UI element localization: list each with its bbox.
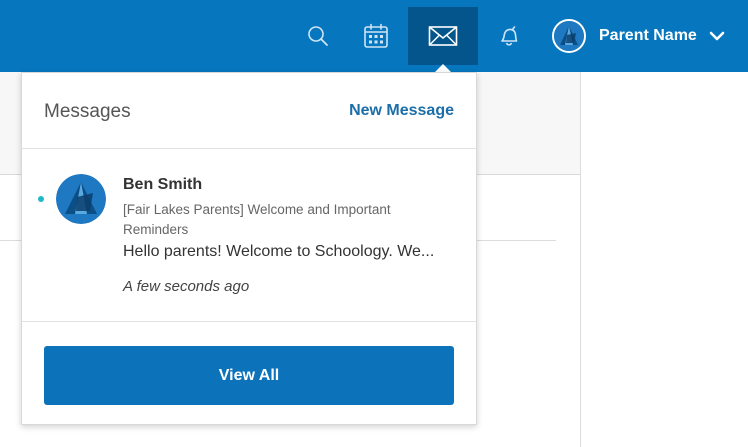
calendar-button[interactable]	[356, 7, 396, 65]
notifications-button[interactable]	[490, 7, 528, 65]
unread-indicator	[38, 196, 44, 202]
user-avatar	[552, 19, 586, 53]
school-logo-avatar	[56, 174, 106, 224]
dropdown-caret	[435, 64, 451, 72]
message-preview: Hello parents! Welcome to Schoology. We.…	[123, 243, 435, 260]
mail-icon	[428, 26, 458, 46]
user-menu[interactable]: Parent Name	[552, 16, 725, 56]
sender-avatar	[56, 174, 106, 224]
message-timestamp: A few seconds ago	[123, 278, 250, 295]
user-name: Parent Name	[599, 27, 697, 44]
new-message-link[interactable]: New Message	[349, 102, 454, 120]
school-logo-avatar	[554, 21, 584, 51]
messages-button[interactable]	[408, 7, 478, 65]
calendar-icon	[364, 23, 388, 48]
search-icon	[308, 26, 328, 46]
chevron-down-icon	[709, 31, 725, 41]
messages-dropdown: Messages New Message Ben Smith [Fair Lak…	[21, 72, 477, 425]
right-panel	[581, 72, 748, 447]
view-all-button[interactable]: View All	[44, 346, 454, 405]
message-subject: [Fair Lakes Parents] Welcome and Importa…	[123, 202, 391, 237]
message-item[interactable]: Ben Smith [Fair Lakes Parents] Welcome a…	[22, 150, 476, 322]
bell-icon	[501, 26, 518, 46]
messages-title: Messages	[44, 101, 131, 122]
message-sender: Ben Smith	[123, 176, 203, 193]
search-button[interactable]	[300, 7, 336, 65]
messages-dropdown-header: Messages New Message	[22, 73, 476, 149]
